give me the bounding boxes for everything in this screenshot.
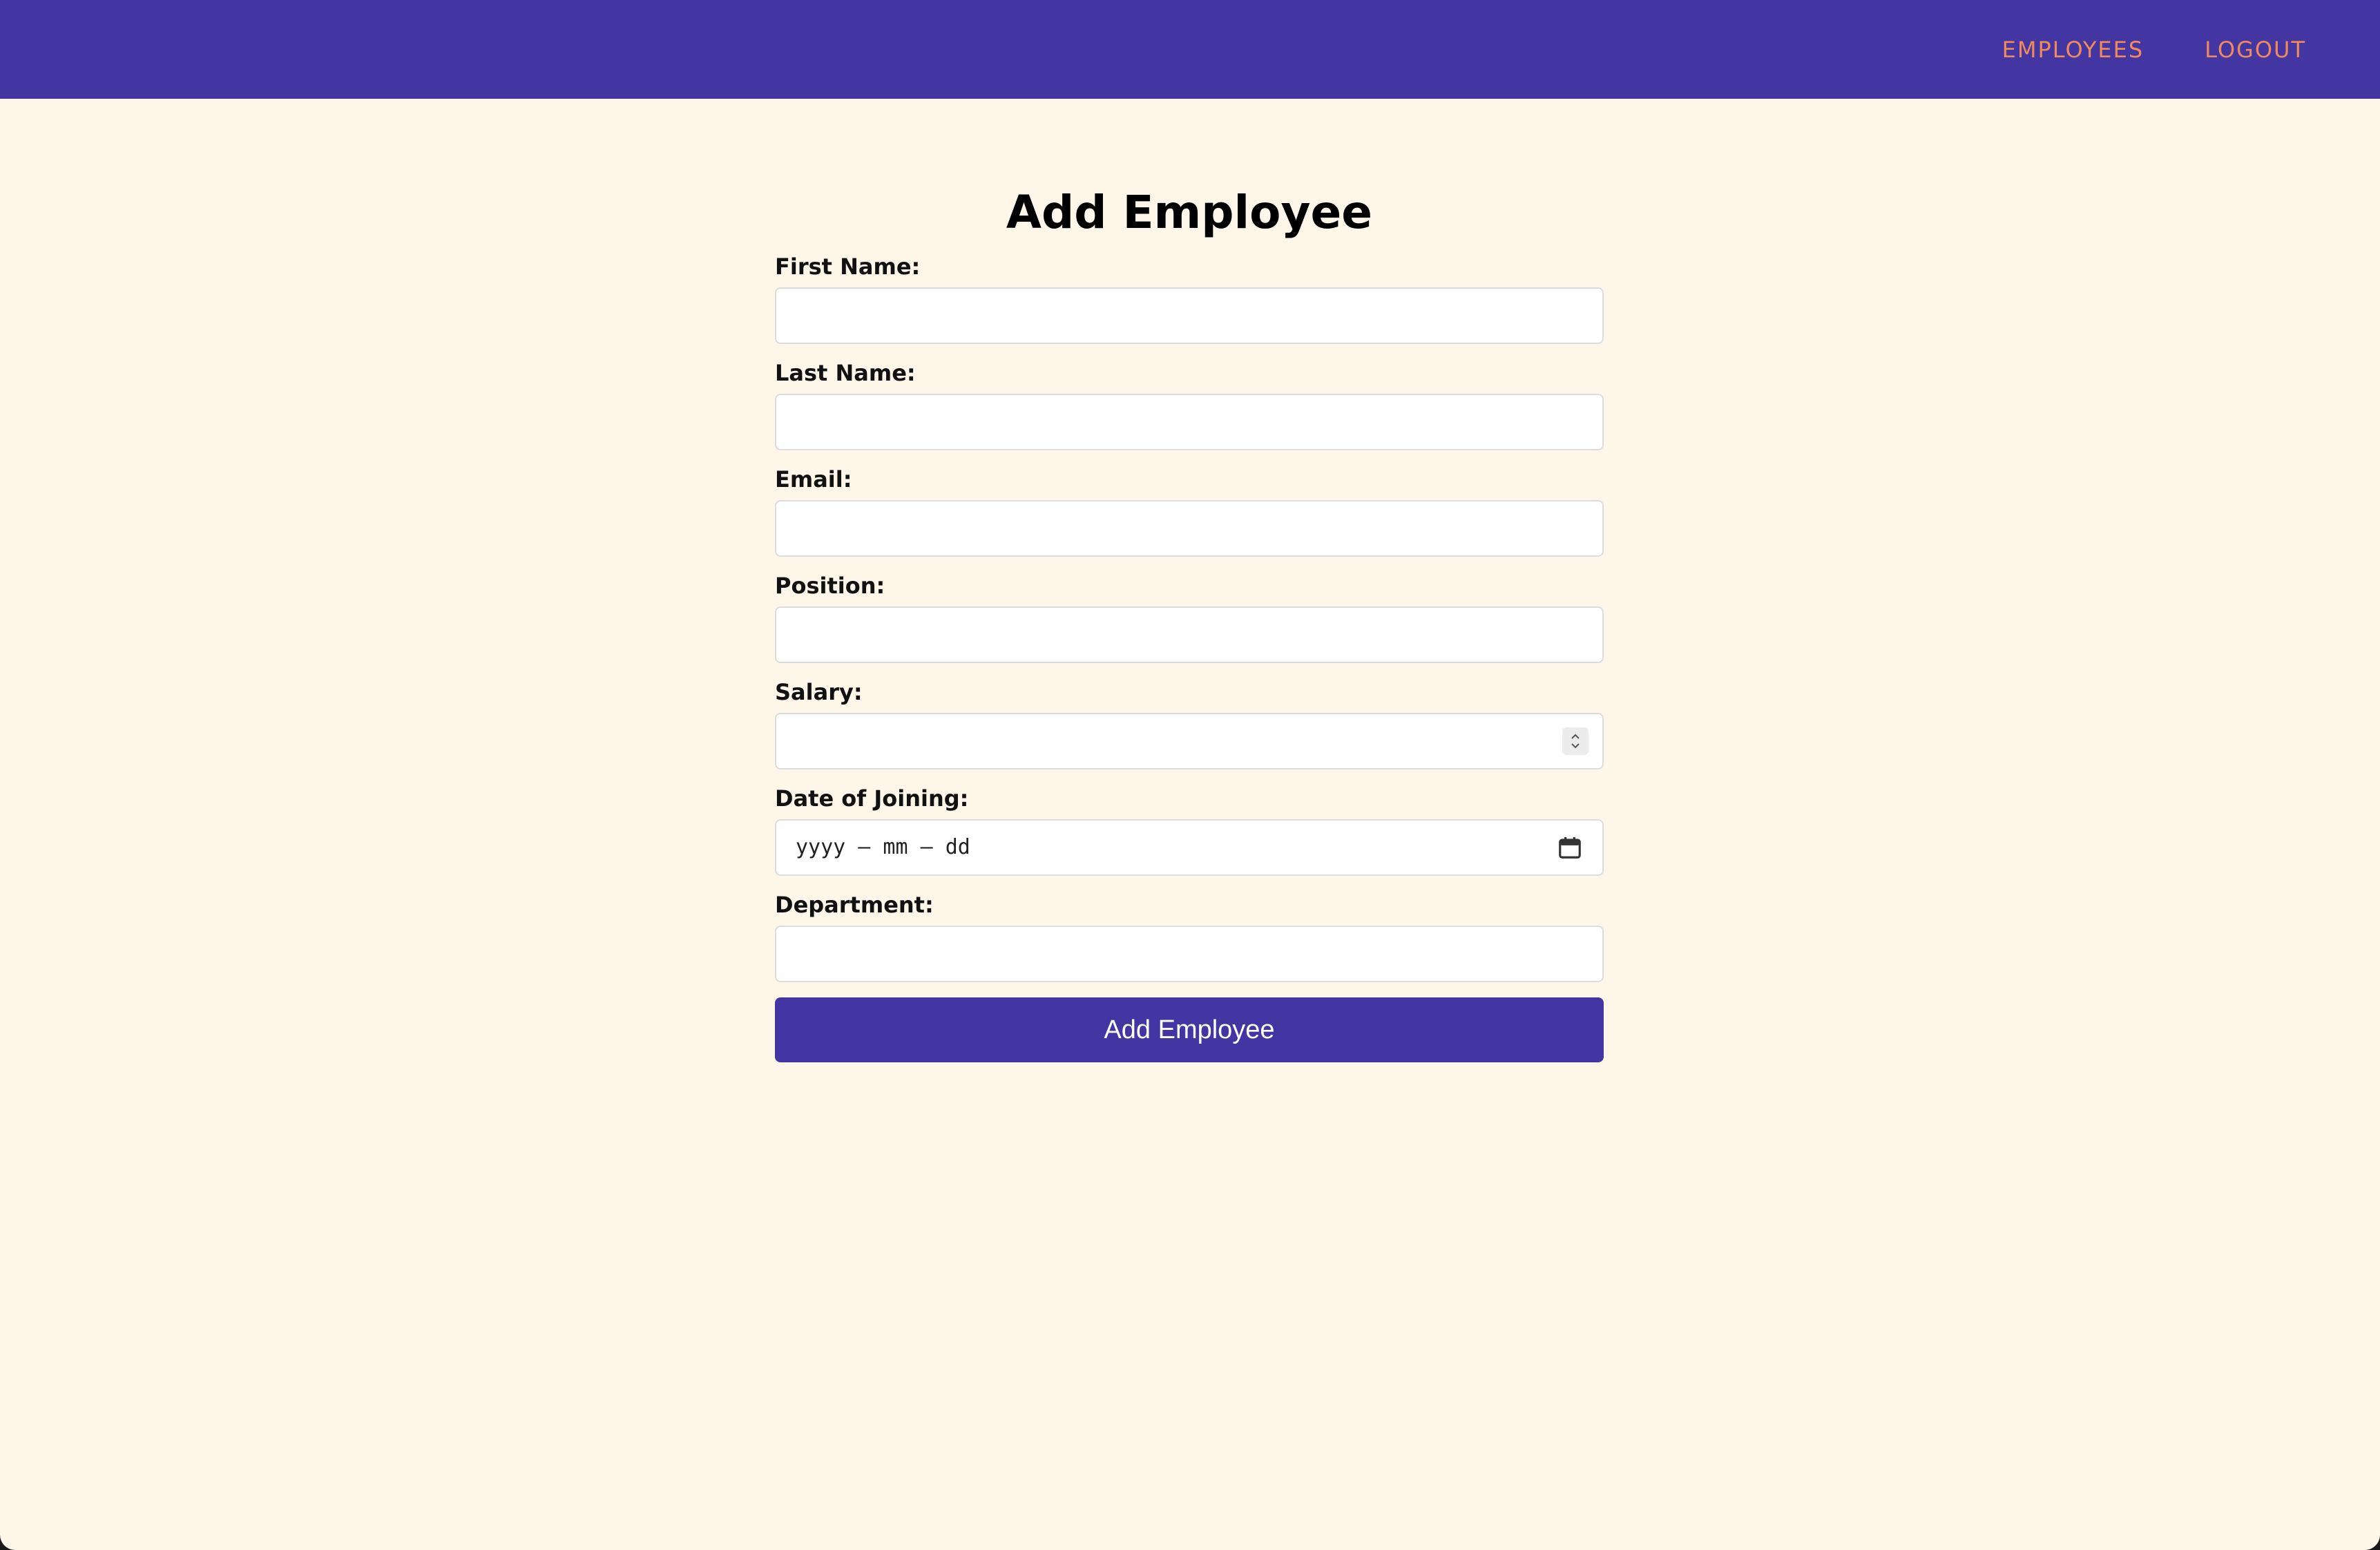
date-of-joining-input[interactable]: yyyy – mm – dd xyxy=(775,819,1604,876)
position-label: Position: xyxy=(775,573,885,599)
position-box xyxy=(775,606,1604,663)
salary-label: Salary: xyxy=(775,679,863,705)
email-box xyxy=(775,500,1604,557)
position-input[interactable] xyxy=(776,608,1602,662)
last-name-label: Last Name: xyxy=(775,360,916,386)
department-group: Department: xyxy=(775,891,1604,982)
first-name-input[interactable] xyxy=(776,289,1602,343)
department-box xyxy=(775,926,1604,982)
top-navbar: EMPLOYEES LOGOUT xyxy=(0,0,2380,99)
email-group: Email: xyxy=(775,466,1604,557)
chevron-up-down-icon[interactable] xyxy=(1562,727,1589,755)
position-group: Position: xyxy=(775,572,1604,663)
first-name-group: First Name: xyxy=(775,253,1604,344)
add-employee-button[interactable]: Add Employee xyxy=(775,997,1604,1062)
nav-link-employees[interactable]: EMPLOYEES xyxy=(2002,37,2144,63)
salary-input[interactable] xyxy=(776,714,1602,768)
first-name-label: First Name: xyxy=(775,253,921,280)
app-window: EMPLOYEES LOGOUT Add Employee First Name… xyxy=(0,0,2380,1550)
last-name-group: Last Name: xyxy=(775,359,1604,450)
date-of-joining-label: Date of Joining: xyxy=(775,785,969,812)
last-name-input[interactable] xyxy=(776,395,1602,449)
last-name-box xyxy=(775,394,1604,450)
chevron-up-icon[interactable] xyxy=(1570,733,1581,740)
page-title: Add Employee xyxy=(1006,186,1373,239)
salary-box xyxy=(775,713,1604,769)
chevron-down-icon[interactable] xyxy=(1570,742,1581,749)
nav-link-logout[interactable]: LOGOUT xyxy=(2205,37,2306,63)
email-input[interactable] xyxy=(776,501,1602,555)
date-of-joining-group: Date of Joining: yyyy – mm – dd xyxy=(775,785,1604,876)
email-label: Email: xyxy=(775,466,852,492)
add-employee-form: Add Employee First Name: Last Name: Emai… xyxy=(775,180,1604,1062)
calendar-icon[interactable] xyxy=(1557,834,1583,861)
department-label: Department: xyxy=(775,892,934,918)
first-name-box xyxy=(775,287,1604,344)
department-input[interactable] xyxy=(776,927,1602,981)
salary-group: Salary: xyxy=(775,678,1604,769)
date-placeholder[interactable]: yyyy – mm – dd xyxy=(796,821,970,874)
